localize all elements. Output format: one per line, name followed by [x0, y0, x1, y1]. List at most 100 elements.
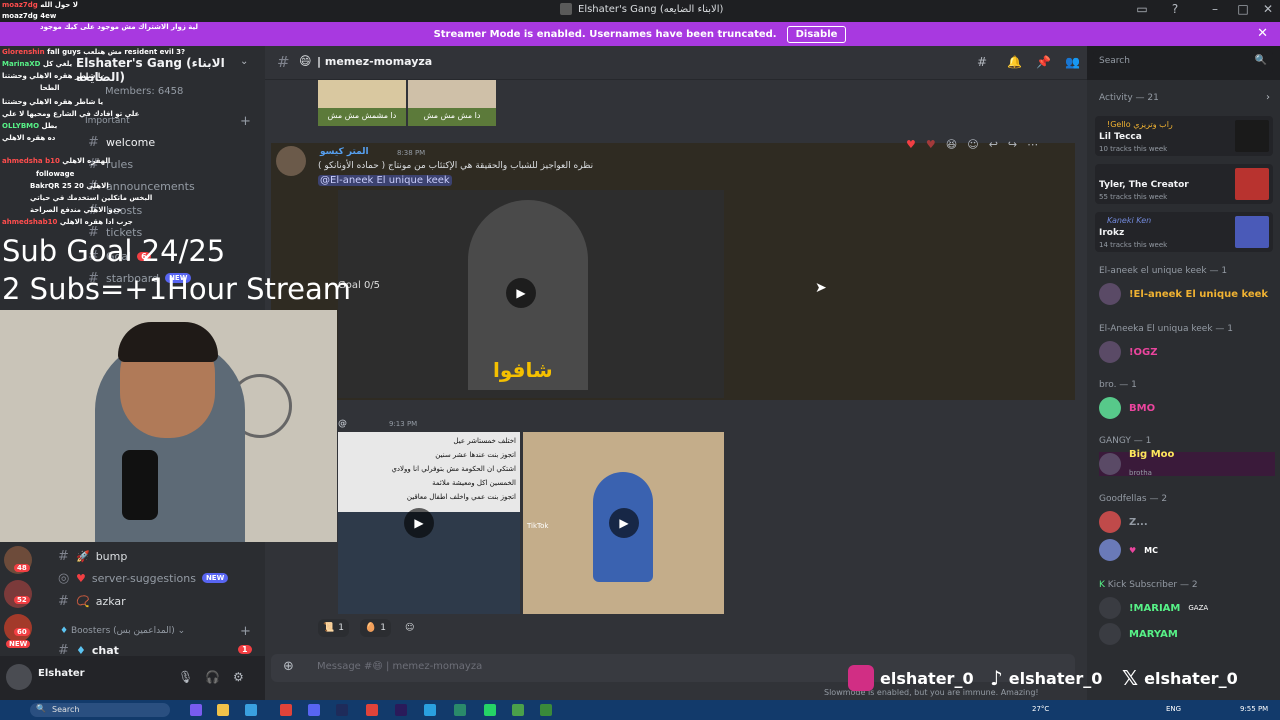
broken-heart-icon[interactable]: ♥: [926, 138, 936, 151]
image-line: الخمسين اكل ومعيشة ملائمة: [432, 479, 516, 487]
message-image[interactable]: دا مش مش مش: [408, 80, 496, 126]
play-icon[interactable]: ▶: [506, 278, 536, 308]
channel-label: welcome: [106, 135, 156, 149]
chrome-icon[interactable]: [280, 704, 292, 716]
headphones-icon[interactable]: 🎧: [205, 670, 220, 684]
whatsapp-icon[interactable]: [484, 704, 496, 716]
avatar[interactable]: [6, 664, 32, 690]
message-video[interactable]: Goal 0/5 شافوا ▶: [338, 190, 724, 398]
activity-card[interactable]: Tyler, The Creator 55 tracks this week: [1095, 164, 1273, 204]
member-row[interactable]: !El-aneek El unique keek: [1099, 282, 1268, 306]
add-channel-icon[interactable]: +: [240, 114, 251, 129]
channel-hash-icon: #: [88, 134, 99, 150]
add-attachment-icon[interactable]: ⊕: [283, 659, 294, 674]
premiere-icon[interactable]: [395, 704, 407, 716]
server-name[interactable]: Elshater's Gang (الابناء الضايعه): [76, 56, 265, 84]
reaction[interactable]: 🥚 1: [360, 619, 391, 637]
instagram-handle: elshater_0: [848, 664, 974, 692]
message-author[interactable]: @: [338, 419, 347, 429]
edge-icon[interactable]: [245, 704, 257, 716]
weather-temp[interactable]: 27°C: [1032, 705, 1049, 713]
maximize-icon[interactable]: □: [1233, 2, 1253, 16]
taskbar-search-label: Search: [52, 705, 80, 714]
members-icon[interactable]: 👥: [1065, 55, 1080, 69]
chevron-right-icon[interactable]: ›: [1266, 92, 1270, 103]
category-boosters[interactable]: ♦ Boosters (المداعمين بس) ⌄: [60, 626, 185, 636]
kick-icon: K: [1099, 580, 1108, 590]
chevron-down-icon[interactable]: ⌄: [240, 56, 248, 67]
channel-welcome[interactable]: # welcome: [88, 132, 155, 152]
role-header: Goodfellas — 2: [1099, 494, 1168, 504]
title-bar: Elshater's Gang (الابناء الضايعه) ▭ ? – …: [0, 0, 1280, 22]
reaction-emoji: 🥚: [365, 623, 377, 633]
add-reaction-icon[interactable]: ☺: [967, 138, 978, 151]
search-input[interactable]: Search 🔍: [1093, 51, 1273, 73]
taskbar-search[interactable]: 🔍 Search: [30, 703, 170, 717]
app-icon[interactable]: [540, 704, 552, 716]
activity-tracks: 14 tracks this week: [1099, 241, 1168, 249]
rocket-icon: 🚀: [76, 549, 90, 563]
avatar: [1099, 597, 1121, 619]
role-header: GANGY — 1: [1099, 436, 1152, 446]
member-row[interactable]: Big Moo brotha: [1099, 449, 1275, 477]
app-icon[interactable]: [454, 704, 466, 716]
settings-gear-icon[interactable]: ⚙: [233, 670, 244, 684]
member-row[interactable]: Z...: [1099, 510, 1148, 534]
microphone-icon[interactable]: 🎙: [178, 670, 193, 684]
message-author[interactable]: المتر كيسو: [320, 147, 369, 157]
member-name: BMO: [1129, 402, 1156, 414]
message-video[interactable]: TikTok ▶: [523, 432, 724, 614]
add-channel-icon[interactable]: +: [240, 624, 251, 639]
image-caption: دا مش مش مش: [408, 108, 496, 126]
channel-azkar[interactable]: # 📿 azkar: [58, 591, 126, 611]
forward-icon[interactable]: ↪: [1008, 138, 1017, 151]
play-icon[interactable]: ▶: [404, 508, 434, 538]
channel-server-suggestions[interactable]: ◎ ♥ server-suggestions NEW: [58, 568, 229, 588]
image-caption: دا مشمش مش مش: [318, 108, 406, 126]
activity-card[interactable]: Kaneki Ken Irokz 14 tracks this week: [1095, 212, 1273, 252]
minimize-icon[interactable]: –: [1205, 2, 1225, 16]
disable-button[interactable]: Disable: [786, 25, 847, 43]
threads-icon[interactable]: #: [977, 55, 987, 69]
chat-text: جرب ادا هقره الاهلي: [59, 218, 133, 226]
message-image[interactable]: دا مشمش مش مش: [318, 80, 406, 126]
telegram-icon[interactable]: [424, 704, 436, 716]
avatar[interactable]: [276, 146, 306, 176]
member-row[interactable]: !OGZ: [1099, 340, 1158, 364]
pin-icon[interactable]: 📌: [1036, 55, 1051, 69]
play-icon[interactable]: ▶: [609, 508, 639, 538]
close-icon[interactable]: ✕: [1257, 26, 1268, 41]
channel-bump[interactable]: # 🚀 bump: [58, 546, 127, 566]
inbox-icon[interactable]: ▭: [1132, 2, 1152, 16]
avatar: [1099, 623, 1121, 645]
heart-icon: ♥: [1129, 545, 1137, 555]
user-mention[interactable]: @El-aneek El unique keek: [318, 175, 452, 186]
clock[interactable]: 9:55 PM: [1240, 705, 1268, 713]
member-row[interactable]: MARYAM: [1099, 622, 1178, 646]
image-line: اتجوز بنت عمي واخلف اطفال معاقين: [406, 493, 516, 501]
social-handle: elshater_0: [1008, 668, 1103, 688]
heart-reaction-icon[interactable]: ♥: [906, 138, 916, 151]
more-options-icon[interactable]: ⋯: [1027, 138, 1038, 151]
reaction[interactable]: 📜 1: [318, 619, 349, 637]
photoshop-icon[interactable]: [336, 704, 348, 716]
reply-icon[interactable]: ↩: [989, 138, 998, 151]
teams-icon[interactable]: [190, 704, 202, 716]
member-row[interactable]: !MARIAM GAZA: [1099, 596, 1208, 620]
message-image[interactable]: اختلف خمستاشر عيل اتجوز بنت عندها عشر سن…: [338, 432, 520, 614]
minecraft-icon[interactable]: [512, 704, 524, 716]
activity-card[interactable]: !Gello راب وتريزي Lil Tecca 10 tracks th…: [1095, 116, 1273, 156]
brave-icon[interactable]: [366, 704, 378, 716]
language-indicator[interactable]: ENG: [1166, 705, 1181, 713]
member-row[interactable]: ♥ MC: [1099, 538, 1158, 562]
close-window-icon[interactable]: ✕: [1258, 2, 1278, 16]
member-row[interactable]: BMO: [1099, 396, 1155, 420]
folder-icon[interactable]: [217, 704, 229, 716]
bell-icon[interactable]: 🔔: [1007, 55, 1022, 69]
mouse-cursor-icon: ➤: [815, 280, 827, 296]
discord-icon[interactable]: [308, 704, 320, 716]
add-reaction-icon[interactable]: ☺: [400, 619, 419, 637]
help-icon[interactable]: ?: [1165, 2, 1185, 16]
laugh-emoji-icon[interactable]: 😆: [946, 138, 957, 151]
user-name: Elshater: [38, 668, 85, 679]
